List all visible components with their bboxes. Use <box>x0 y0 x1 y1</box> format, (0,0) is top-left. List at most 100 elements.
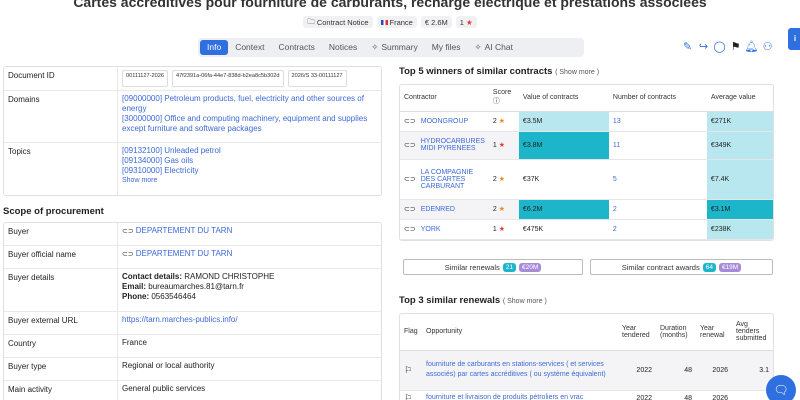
contractor-cell: ⊂⊃ HYDROCARBURES MIDI PYRENEES <box>400 131 489 160</box>
buyer-url-row: Buyer external URL https://tarn.marches-… <box>4 312 381 335</box>
buyer-link[interactable]: DEPARTEMENT DU TARN <box>136 226 233 235</box>
stars-count: 1 <box>459 17 464 27</box>
document-id-row: Document ID 00111127-2026 47f2391a-06fa-… <box>4 67 381 91</box>
topics-label: Topics <box>4 143 118 195</box>
score-value: 2 <box>492 176 497 183</box>
domain-link[interactable]: [30000000] Office and computing machiner… <box>122 114 377 134</box>
tab-contracts[interactable]: Contracts <box>271 40 321 55</box>
similar-renewals-button[interactable]: Similar renewals 21 €20M <box>403 259 583 275</box>
avg-cell: €3.1M <box>706 199 773 220</box>
contractor-link[interactable]: EDENRED <box>421 206 455 213</box>
count-cell[interactable]: 13 <box>608 111 707 132</box>
phone-value: 0563546464 <box>151 292 196 301</box>
flag-icon[interactable]: ⚑ <box>730 41 741 53</box>
topic-link[interactable]: [09310000] Electricity <box>122 166 377 176</box>
country-text: France <box>389 17 413 27</box>
avg-cell: €7.4K <box>706 159 773 200</box>
opportunity-link[interactable]: fourniture de carburants en stations-ser… <box>422 350 618 391</box>
col-avg: Average value <box>706 85 773 112</box>
score-cell: 2 ★ <box>488 111 519 132</box>
tab-my-files[interactable]: My files <box>425 40 468 55</box>
tab-bar: Info Context Contracts Notices ✧ Summary … <box>198 38 584 57</box>
france-flag-icon <box>380 19 388 25</box>
renewal-row[interactable]: ⚐ fourniture et livraison de produits pét… <box>400 390 773 400</box>
value-cell: €3.5M <box>518 111 609 132</box>
organization-icon: ⊂⊃ <box>404 226 416 233</box>
main-activity-value: General public services <box>122 384 206 393</box>
domains-label: Domains <box>4 91 118 142</box>
star-icon: ★ <box>498 142 506 149</box>
count-cell[interactable]: 5 <box>608 159 707 200</box>
topic-link[interactable]: [09134000] Gas oils <box>122 156 377 166</box>
winner-row[interactable]: ⊂⊃ MOONGROUP 2 ★ €3.5M 13 €271K <box>400 111 773 132</box>
opportunity-link[interactable]: fourniture et livraison de produits pétr… <box>422 390 618 400</box>
year-tendered-cell: 2022 <box>618 350 656 391</box>
info-icon: ⓘ <box>492 98 500 106</box>
buyer-official-label: Buyer official name <box>4 246 118 268</box>
info-side-button[interactable]: i <box>788 28 800 50</box>
share-icon[interactable]: ↪ <box>698 41 709 53</box>
document-id-chip: 00111127-2026 <box>122 70 168 87</box>
contractor-link[interactable]: HYDROCARBURES MIDI PYRENEES <box>421 138 485 152</box>
winners-table: Contractor Score ⓘ Value of contracts Num… <box>399 84 774 241</box>
email-line: Email: bureaumarches.81@tarn.fr <box>122 282 377 292</box>
email-value[interactable]: bureaumarches.81@tarn.fr <box>148 282 244 291</box>
country-label: Country <box>4 335 118 357</box>
tab-context[interactable]: Context <box>228 40 271 55</box>
buyer-url-label: Buyer external URL <box>4 312 118 334</box>
comment-icon[interactable]: ◯ <box>713 41 725 53</box>
folder-icon: 🗀 <box>307 16 315 26</box>
add-user-icon[interactable]: ⚇ <box>762 41 773 53</box>
topics-list: [09132100] Unleaded petrol [09134000] Ga… <box>118 143 381 195</box>
flag-cell: ⚐ <box>400 390 422 400</box>
duration-cell: 48 <box>656 350 696 391</box>
winners-title: Top 5 winners of similar contracts ( Sho… <box>399 66 599 77</box>
contact-value: RAMOND CHRISTOPHE <box>184 272 275 281</box>
count-cell[interactable]: 2 <box>608 199 707 220</box>
domain-link[interactable]: [09000000] Petroleum products, fuel, ele… <box>122 94 377 114</box>
edit-icon[interactable]: ✎ <box>682 41 693 53</box>
winner-row[interactable]: ⊂⊃ YORK 1 ★ €475K 2 €238K <box>400 219 773 240</box>
similar-awards-button[interactable]: Similar contract awards 64 €19M <box>590 259 773 275</box>
count-cell[interactable]: 11 <box>608 131 707 160</box>
chat-bubble-button[interactable]: 🗨︎ <box>766 375 796 400</box>
tab-ai-chat-label: AI Chat <box>484 42 513 52</box>
col-contractor: Contractor <box>400 85 489 112</box>
winner-row[interactable]: ⊂⊃ HYDROCARBURES MIDI PYRENEES 1 ★ €3.8M 11 €… <box>400 131 773 160</box>
topics-show-more[interactable]: Show more <box>122 176 377 186</box>
count-cell[interactable]: 2 <box>608 219 707 240</box>
flag-icon[interactable]: ⚐ <box>404 365 412 375</box>
main-activity-row: Main activity General public services <box>4 381 381 400</box>
buyer-url-link[interactable]: https://tarn.marches-publics.info/ <box>118 312 381 334</box>
contractor-link[interactable]: MOONGROUP <box>421 118 468 125</box>
score-cell: 2 ★ <box>488 199 519 220</box>
similar-renewals-value: €20M <box>519 262 542 272</box>
winners-show-more[interactable]: ( Show more ) <box>555 69 599 76</box>
renewal-row[interactable]: ⚐ fourniture de carburants en stations-se… <box>400 350 773 391</box>
renewals-table: Flag Opportunity Year tendered Duration … <box>399 313 774 400</box>
renewals-title: Top 3 similar renewals ( Show more ) <box>399 295 547 306</box>
renewals-title-text: Top 3 similar renewals <box>399 295 501 306</box>
similar-awards-label: Similar contract awards <box>621 262 700 272</box>
tab-info[interactable]: Info <box>200 40 229 55</box>
contractor-link[interactable]: YORK <box>421 226 441 233</box>
winner-row[interactable]: ⊂⊃ LA COMPAGNIE DES CARTES CARBURANT 2 ★ €3… <box>400 159 773 200</box>
buyer-type-value: Regional or local authority <box>122 361 215 370</box>
star-icon: ★ <box>498 226 506 233</box>
renewals-show-more[interactable]: ( Show more ) <box>503 298 547 305</box>
score-value: 2 <box>492 206 497 213</box>
year-renewal-cell: 2026 <box>696 390 732 400</box>
buyer-official-link[interactable]: DEPARTEMENT DU TARN <box>136 249 233 258</box>
value-cell: €475K <box>518 219 609 240</box>
flag-icon[interactable]: ⚐ <box>404 393 412 400</box>
tab-summary[interactable]: ✧ Summary <box>364 40 425 55</box>
details-box: Document ID 00111127-2026 47f2391a-06fa-… <box>3 66 382 196</box>
winner-row[interactable]: ⊂⊃ EDENRED 2 ★ €6.2M 2 €3.1M <box>400 199 773 220</box>
star-icon: ★ <box>498 206 506 213</box>
bell-icon[interactable]: 🔔︎ <box>745 41 759 53</box>
tab-notices[interactable]: Notices <box>322 40 364 55</box>
similar-renewals-count: 21 <box>502 262 516 272</box>
topic-link[interactable]: [09132100] Unleaded petrol <box>122 146 377 156</box>
contractor-link[interactable]: LA COMPAGNIE DES CARTES CARBURANT <box>421 169 485 190</box>
tab-ai-chat[interactable]: ✧ AI Chat <box>468 40 520 55</box>
